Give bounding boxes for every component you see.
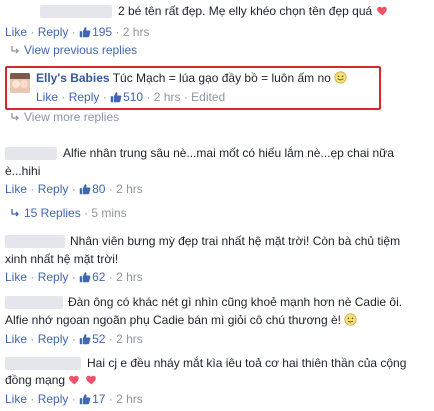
like-link[interactable]: Like [5, 392, 27, 406]
like-count[interactable]: 80 [79, 182, 109, 196]
like-count[interactable]: 510 [110, 90, 146, 104]
reply-link[interactable]: Reply [38, 270, 69, 284]
author-name-redacted [5, 357, 81, 370]
reply-link[interactable]: Reply [38, 332, 69, 346]
reply-link[interactable]: Reply [38, 392, 69, 406]
author-name-redacted [5, 235, 65, 248]
comment-actions: Like · Reply · 62 · 2 hrs [5, 270, 143, 284]
author-name-redacted [40, 5, 112, 18]
replies-link[interactable]: 15 Replies · 5 mins [10, 206, 127, 220]
like-count[interactable]: 195 [79, 25, 115, 39]
like-count[interactable]: 52 [79, 332, 109, 346]
comment-text: Elly's Babies Túc Mạch = lúa gạo đầy bồ … [36, 70, 347, 86]
comment-text: đồng mạng [5, 372, 98, 388]
comment-actions: Like · Reply · 195 · 2 hrs [5, 25, 150, 39]
comment-thread: { "comments": [ {"text": "2 bé tên rất đ… [0, 0, 434, 411]
comment-text: Alfie nhân trung sâu nè...mai mốt có hiế… [63, 146, 394, 160]
thumbs-up-icon [79, 184, 91, 195]
reply-link[interactable]: Reply [38, 25, 69, 39]
heart-icon [85, 375, 96, 385]
reply-arrow-icon [11, 113, 19, 121]
like-link[interactable]: Like [5, 270, 27, 284]
like-link[interactable]: Like [5, 25, 27, 39]
comment-text: è...hihi [5, 164, 41, 178]
comment-text: xinh nhất hệ mặt trời! [5, 252, 119, 266]
thumbs-up-icon [79, 394, 91, 405]
author-name-redacted [5, 147, 57, 160]
author-name-redacted [5, 296, 63, 309]
heart-icon [69, 375, 80, 385]
avatar[interactable] [10, 73, 30, 93]
reply-arrow-icon [11, 209, 19, 217]
reply-link[interactable]: Reply [69, 90, 100, 104]
comment-text: Hai cj e đều nháy mắt kìa iêu toả cơ hai… [87, 356, 407, 370]
reply-link[interactable]: Reply [38, 182, 69, 196]
comment-text: Alfie nhớ ngoan ngoãn phụ Cadie bán mì g… [5, 312, 357, 328]
thumbs-up-icon [79, 334, 91, 345]
comment-actions: Like · Reply · 80 · 2 hrs [5, 182, 143, 196]
comment-text: Nhân viên bưng mỳ đẹp trai nhất hệ mặt t… [70, 234, 401, 248]
like-link[interactable]: Like [5, 182, 27, 196]
like-count[interactable]: 17 [79, 392, 109, 406]
comment-text: Đàn ông có khác nét gì nhìn cũng khoẻ mạ… [68, 295, 403, 309]
reply-arrow-icon [11, 46, 19, 54]
thumbs-up-icon [110, 92, 122, 103]
view-more-replies[interactable]: View more replies [10, 110, 119, 124]
smile-icon [334, 71, 347, 84]
comment-text: 2 bé tên rất đẹp. Mẹ elly khéo chọn tên … [118, 3, 389, 19]
heart-icon [376, 6, 387, 16]
comment-actions: Like · Reply · 510 · 2 hrs · Edited [36, 90, 226, 104]
view-previous-replies[interactable]: View previous replies [10, 43, 137, 57]
like-count[interactable]: 62 [79, 270, 109, 284]
comment-actions: Like · Reply · 52 · 2 hrs [5, 332, 143, 346]
like-link[interactable]: Like [36, 90, 58, 104]
thumbs-up-icon [79, 27, 91, 38]
comment-actions: Like · Reply · 17 · 2 hrs [5, 392, 143, 406]
smile-icon [344, 313, 357, 326]
thumbs-up-icon [79, 272, 91, 283]
like-link[interactable]: Like [5, 332, 27, 346]
author-name[interactable]: Elly's Babies [36, 71, 110, 85]
